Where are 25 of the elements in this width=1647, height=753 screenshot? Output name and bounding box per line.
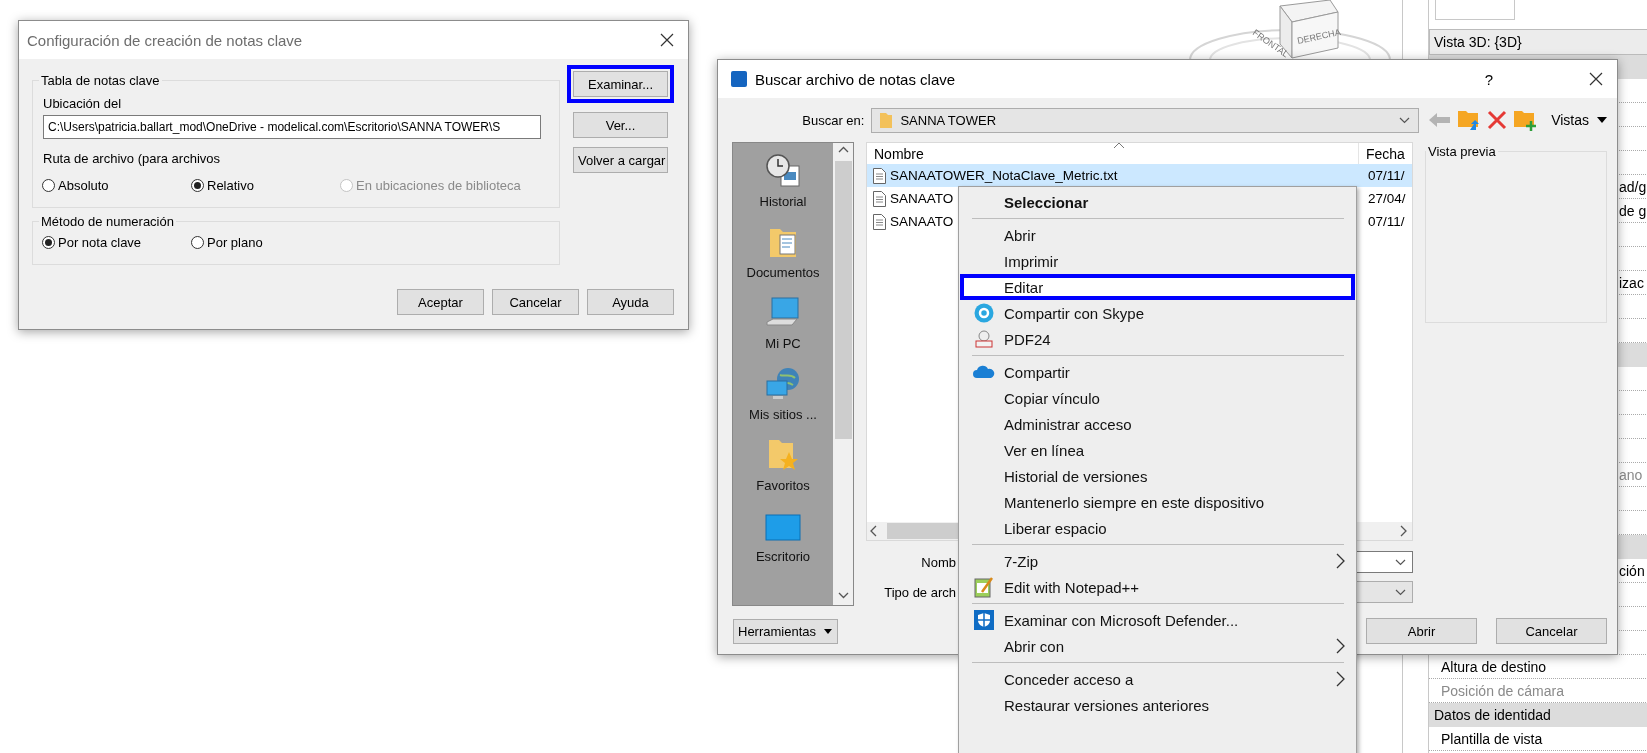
field-label: Ruta de archivo (para archivos [43, 151, 221, 166]
cube-face-label: DERECHA [1296, 27, 1342, 46]
file-name: SANAATOWER_NotaClave_Metric.txt [889, 168, 1118, 183]
field-label: Buscar en: [801, 112, 865, 128]
property-label: ción [1618, 562, 1645, 579]
file-date: 07/11/ [1368, 168, 1406, 183]
group-label: Vista previa [1427, 144, 1497, 159]
property-label: Plantilla de vista [1440, 730, 1543, 747]
field-label: Nomb [920, 554, 956, 570]
property-label: izac [1618, 274, 1644, 291]
window-title: Configuración de creación de notas clave [27, 31, 304, 49]
group-label: Método de numeración [40, 214, 175, 229]
property-label: Altura de destino [1440, 658, 1547, 675]
field-label: Tipo de arch [883, 584, 956, 600]
group-label: Tabla de notas clave [40, 73, 161, 88]
file-name: SANAATO [889, 191, 954, 206]
window-title: Buscar archivo de notas clave [755, 70, 957, 88]
property-label: Posición de cámara [1440, 682, 1564, 699]
property-label: ano [1618, 466, 1643, 483]
field-label: Ubicación del [43, 96, 122, 111]
file-date: 27/04/ [1368, 191, 1407, 206]
property-label: ad/g [1618, 178, 1647, 195]
file-date: 07/11/ [1368, 214, 1406, 229]
file-name: SANAATO [889, 214, 954, 229]
property-label: de g [1618, 202, 1647, 219]
